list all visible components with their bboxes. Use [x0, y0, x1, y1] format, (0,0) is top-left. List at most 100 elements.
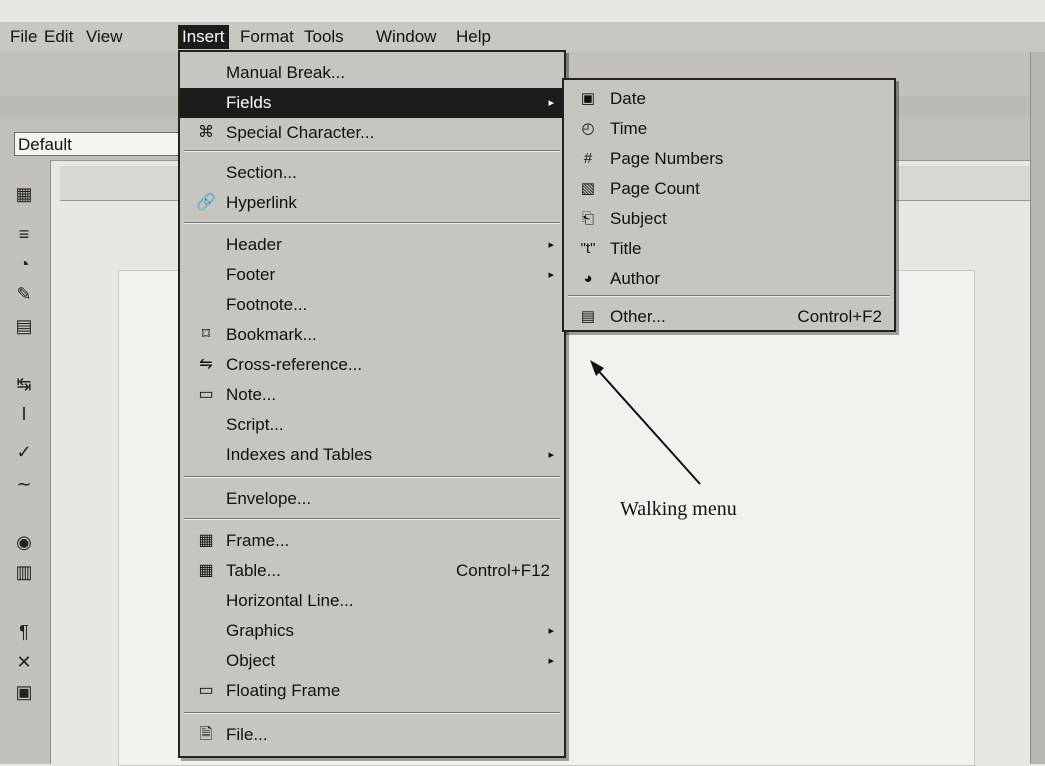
- page-numbers-icon: #: [583, 150, 593, 167]
- subject-icon: ⎗: [581, 210, 594, 227]
- insert-menu-item-indexes-and-tables[interactable]: Indexes and Tables ▸: [180, 440, 564, 470]
- menu-item-label: Header: [226, 235, 282, 254]
- insert-menu-item-footnote[interactable]: Footnote...: [180, 290, 564, 320]
- menu-item-label: Date: [610, 89, 646, 108]
- menu-item-label: Object: [226, 651, 276, 670]
- insert-menu-item-table[interactable]: ▦ Table... Control+F12: [180, 556, 564, 586]
- menu-item-label: Page Count: [610, 179, 700, 198]
- menu-item-label: Frame...: [226, 531, 290, 550]
- fields-item-author[interactable]: ◕ Author: [564, 264, 894, 294]
- menu-item-shortcut: Control+F2: [797, 307, 882, 326]
- menu-tools[interactable]: Tools: [300, 25, 348, 49]
- menu-item-label: Bookmark...: [226, 325, 317, 344]
- bookmark-icon: ⌑: [201, 326, 211, 343]
- menu-item-label: Horizontal Line...: [226, 591, 354, 610]
- menu-item-label: Cross-reference...: [226, 355, 363, 374]
- menu-item-label: Envelope...: [226, 489, 312, 508]
- other-icon: ▤: [580, 308, 596, 325]
- menu-item-label: File...: [226, 725, 268, 744]
- menu-item-label: Manual Break...: [226, 63, 346, 82]
- fields-item-page-count[interactable]: ▧ Page Count: [564, 174, 894, 204]
- insert-menu-item-script[interactable]: Script...: [180, 410, 564, 440]
- menu-item-label: Time: [610, 119, 648, 138]
- time-icon: ◴: [581, 120, 595, 137]
- insert-menu-item-frame[interactable]: ▦ Frame...: [180, 526, 564, 556]
- insert-menu: Manual Break... Fields ▸ ⌘ Special Character…: [178, 50, 566, 758]
- submenu-arrow-icon: ▸: [548, 655, 554, 667]
- table-icon: ▦: [198, 562, 214, 579]
- insert-menu-item-hyperlink[interactable]: 🔗 Hyperlink: [180, 188, 564, 218]
- insert-menu-item-floating-frame[interactable]: ▭ Floating Frame: [180, 676, 564, 706]
- menu-separator: [184, 518, 560, 520]
- menu-separator: [568, 295, 890, 297]
- menu-item-shortcut: Control+F12: [455, 561, 550, 580]
- menu-item-label: Subject: [610, 209, 667, 228]
- menu-item-label: Note...: [226, 385, 277, 404]
- menu-item-label: Indexes and Tables: [226, 445, 373, 464]
- fields-item-page-numbers[interactable]: # Page Numbers: [564, 144, 894, 174]
- menu-insert[interactable]: Insert: [178, 25, 229, 49]
- insert-menu-item-section[interactable]: Section...: [180, 158, 564, 188]
- fields-item-title[interactable]: "t" Title: [564, 234, 894, 264]
- fields-submenu: ▣ Date ◴ Time # Page Numbers ▧ Page Count ⎗ Subje…: [562, 78, 896, 332]
- insert-menu-item-footer[interactable]: Footer ▸: [180, 260, 564, 290]
- menu-separator: [184, 476, 560, 478]
- menu-item-label: Graphics: [226, 621, 295, 640]
- file-icon: 🗎: [199, 726, 213, 743]
- menu-file[interactable]: File: [6, 25, 41, 49]
- menu-item-label: Page Numbers: [610, 149, 724, 168]
- insert-menu-item-manual-break[interactable]: Manual Break...: [180, 58, 564, 88]
- insert-menu-item-file[interactable]: 🗎 File...: [180, 720, 564, 750]
- menu-item-label: Fields: [226, 93, 272, 112]
- insert-menu-item-envelope[interactable]: Envelope...: [180, 484, 564, 514]
- insert-menu-item-horizontal-line[interactable]: Horizontal Line...: [180, 586, 564, 616]
- insert-menu-item-header[interactable]: Header ▸: [180, 230, 564, 260]
- submenu-arrow-icon: ▸: [548, 239, 554, 251]
- insert-menu-item-special-character[interactable]: ⌘ Special Character...: [180, 118, 564, 148]
- menu-item-label: Other...: [610, 307, 666, 326]
- menu-view[interactable]: View: [82, 25, 127, 49]
- menu-item-label: Author: [610, 269, 661, 288]
- menu-bar-items: File Edit View Insert Format Tools Window Help: [0, 22, 1045, 52]
- insert-menu-item-object[interactable]: Object ▸: [180, 646, 564, 676]
- author-icon: ◕: [583, 270, 593, 287]
- menu-format[interactable]: Format: [236, 25, 298, 49]
- insert-menu-item-bookmark[interactable]: ⌑ Bookmark...: [180, 320, 564, 350]
- date-icon: ▣: [580, 90, 596, 107]
- menu-separator: [184, 222, 560, 224]
- command-icon: ⌘: [198, 124, 214, 141]
- note-icon: ▭: [198, 386, 214, 403]
- menu-item-label: Footer: [226, 265, 276, 284]
- menu-item-label: Footnote...: [226, 295, 308, 314]
- frame-icon: ▦: [198, 532, 214, 549]
- menu-edit[interactable]: Edit: [40, 25, 77, 49]
- menu-item-label: Special Character...: [226, 123, 375, 142]
- menu-item-label: Floating Frame: [226, 681, 341, 700]
- insert-menu-item-fields[interactable]: Fields ▸: [180, 88, 564, 118]
- menu-help[interactable]: Help: [452, 25, 495, 49]
- menu-item-label: Section...: [226, 163, 297, 182]
- hyperlink-icon: 🔗: [196, 194, 216, 211]
- submenu-arrow-icon: ▸: [548, 269, 554, 281]
- fields-item-other[interactable]: ▤ Other... Control+F2: [564, 302, 894, 332]
- page-count-icon: ▧: [580, 180, 596, 197]
- cross-reference-icon: ⇋: [199, 356, 213, 373]
- insert-menu-item-graphics[interactable]: Graphics ▸: [180, 616, 564, 646]
- menu-window[interactable]: Window: [372, 25, 440, 49]
- menu-item-label: Title: [610, 239, 642, 258]
- fields-item-subject[interactable]: ⎗ Subject: [564, 204, 894, 234]
- submenu-arrow-icon: ▸: [548, 97, 554, 109]
- fields-item-time[interactable]: ◴ Time: [564, 114, 894, 144]
- menu-separator: [184, 150, 560, 152]
- title-icon: "t": [580, 240, 596, 257]
- insert-menu-item-note[interactable]: ▭ Note...: [180, 380, 564, 410]
- menu-item-label: Table...: [226, 561, 281, 580]
- insert-menu-item-cross-reference[interactable]: ⇋ Cross-reference...: [180, 350, 564, 380]
- menu-item-label: Hyperlink: [226, 193, 297, 212]
- submenu-arrow-icon: ▸: [548, 449, 554, 461]
- submenu-arrow-icon: ▸: [548, 625, 554, 637]
- menu-item-label: Script...: [226, 415, 284, 434]
- menu-separator: [184, 712, 560, 714]
- fields-item-date[interactable]: ▣ Date: [564, 84, 894, 114]
- floating-frame-icon: ▭: [198, 682, 214, 699]
